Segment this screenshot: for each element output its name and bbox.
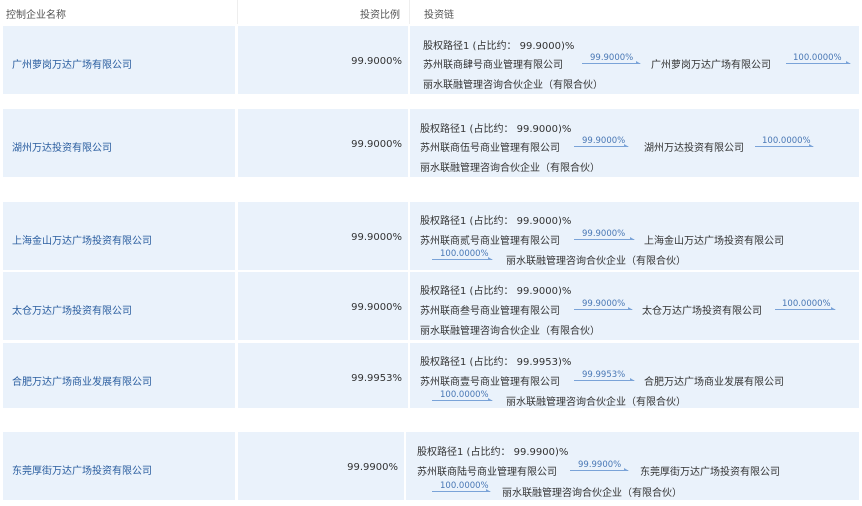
chain-title: 股权路径1 (占比约： 99.9000)% — [420, 286, 572, 297]
chain-cell: 股权路径1 (占比约： 99.9900)% 苏州联商陆号商业管理有限公司 99.… — [406, 432, 859, 500]
chain-node[interactable]: 东莞厚街万达广场投资有限公司 — [640, 463, 780, 478]
chain-cell: 股权路径1 (占比约： 99.9000)% 苏州联商叁号商业管理有限公司 99.… — [410, 272, 859, 340]
company-link[interactable]: 广州萝岗万达广场有限公司 — [12, 56, 132, 71]
chain-arrow-icon — [775, 303, 836, 310]
table-row: 合肥万达广场商业发展有限公司 99.9953% 股权路径1 (占比约： 99.9… — [0, 343, 862, 408]
chain-node[interactable]: 丽水联融管理咨询合伙企业（有限合伙） — [423, 76, 603, 91]
chain-arrow-icon — [755, 140, 814, 147]
table-header: 控制企业名称 投资比例 投资链 — [0, 0, 862, 24]
company-link[interactable]: 太仓万达广场投资有限公司 — [12, 302, 132, 317]
company-cell: 广州萝岗万达广场有限公司 — [3, 26, 235, 94]
chain-node[interactable]: 上海金山万达广场投资有限公司 — [644, 232, 784, 247]
chain-arrow-icon — [432, 394, 493, 401]
chain-cell: 股权路径1 (占比约： 99.9000)% 苏州联商贰号商业管理有限公司 99.… — [410, 202, 859, 270]
table-row: 湖州万达投资有限公司 99.9000% 股权路径1 (占比约： 99.9000)… — [0, 109, 862, 177]
chain-node[interactable]: 丽水联融管理咨询合伙企业（有限合伙） — [506, 252, 686, 267]
chain-title: 股权路径1 (占比约： 99.9900)% — [417, 447, 569, 458]
chain-node[interactable]: 太仓万达广场投资有限公司 — [642, 302, 762, 317]
company-link[interactable]: 合肥万达广场商业发展有限公司 — [12, 373, 152, 388]
company-cell: 上海金山万达广场投资有限公司 — [3, 202, 235, 270]
chain-arrow-icon — [574, 140, 629, 147]
chain-node[interactable]: 丽水联融管理咨询合伙企业（有限合伙） — [420, 322, 600, 337]
chain-arrow-icon — [582, 57, 641, 64]
ratio-value: 99.9000% — [351, 232, 402, 243]
chain-node[interactable]: 苏州联商肆号商业管理有限公司 — [423, 56, 563, 71]
chain-node[interactable]: 丽水联融管理咨询合伙企业（有限合伙） — [502, 484, 682, 499]
company-cell: 合肥万达广场商业发展有限公司 — [3, 343, 235, 408]
chain-title: 股权路径1 (占比约： 99.9000)% — [420, 216, 572, 227]
ratio-cell: 99.9000% — [238, 26, 408, 94]
ratio-value: 99.9000% — [351, 302, 402, 313]
chain-node[interactable]: 苏州联商贰号商业管理有限公司 — [420, 232, 560, 247]
table-row: 广州萝岗万达广场有限公司 99.9000% 股权路径1 (占比约： 99.900… — [0, 26, 862, 94]
company-cell: 太仓万达广场投资有限公司 — [3, 272, 235, 340]
header-company: 控制企业名称 — [6, 10, 66, 21]
chain-node[interactable]: 苏州联商壹号商业管理有限公司 — [420, 373, 560, 388]
chain-arrow-icon — [570, 464, 629, 471]
chain-node[interactable]: 苏州联商叁号商业管理有限公司 — [420, 302, 560, 317]
chain-node[interactable]: 丽水联融管理咨询合伙企业（有限合伙） — [420, 159, 600, 174]
header-divider — [409, 0, 410, 24]
chain-arrow-icon — [574, 303, 633, 310]
header-divider — [237, 0, 238, 24]
chain-arrow-icon — [786, 57, 851, 64]
ratio-cell: 99.9953% — [238, 343, 408, 408]
chain-node[interactable]: 苏州联商伍号商业管理有限公司 — [420, 139, 560, 154]
chain-title: 股权路径1 (占比约： 99.9953)% — [420, 357, 572, 368]
chain-title: 股权路径1 (占比约： 99.9000)% — [423, 41, 575, 52]
company-cell: 湖州万达投资有限公司 — [3, 109, 235, 177]
ratio-cell: 99.9000% — [238, 202, 408, 270]
company-link[interactable]: 湖州万达投资有限公司 — [12, 139, 112, 154]
header-chain: 投资链 — [424, 10, 454, 21]
table-row: 东莞厚街万达广场投资有限公司 99.9900% 股权路径1 (占比约： 99.9… — [0, 432, 862, 500]
company-link[interactable]: 上海金山万达广场投资有限公司 — [12, 232, 152, 247]
ratio-value: 99.9000% — [351, 56, 402, 67]
chain-node[interactable]: 湖州万达投资有限公司 — [644, 139, 744, 154]
ratio-value: 99.9953% — [351, 373, 402, 384]
table-row: 上海金山万达广场投资有限公司 99.9000% 股权路径1 (占比约： 99.9… — [0, 202, 862, 270]
ratio-value: 99.9900% — [347, 462, 398, 473]
chain-node[interactable]: 丽水联融管理咨询合伙企业（有限合伙） — [506, 393, 686, 408]
chain-cell: 股权路径1 (占比约： 99.9953)% 苏州联商壹号商业管理有限公司 99.… — [410, 343, 859, 408]
chain-arrow-icon — [432, 253, 493, 260]
ratio-cell: 99.9000% — [238, 272, 408, 340]
chain-node[interactable]: 合肥万达广场商业发展有限公司 — [644, 373, 784, 388]
header-ratio: 投资比例 — [360, 10, 400, 21]
chain-arrow-icon — [432, 485, 491, 492]
table-row: 太仓万达广场投资有限公司 99.9000% 股权路径1 (占比约： 99.900… — [0, 272, 862, 340]
chain-cell: 股权路径1 (占比约： 99.9000)% 苏州联商伍号商业管理有限公司 99.… — [410, 109, 859, 177]
ratio-value: 99.9000% — [351, 139, 402, 150]
chain-arrow-icon — [574, 233, 635, 240]
chain-title: 股权路径1 (占比约： 99.9000)% — [420, 124, 572, 135]
chain-node[interactable]: 苏州联商陆号商业管理有限公司 — [417, 463, 557, 478]
company-cell: 东莞厚街万达广场投资有限公司 — [3, 432, 235, 500]
chain-node[interactable]: 广州萝岗万达广场有限公司 — [651, 56, 771, 71]
company-link[interactable]: 东莞厚街万达广场投资有限公司 — [12, 462, 152, 477]
chain-arrow-icon — [574, 374, 635, 381]
ratio-cell: 99.9000% — [238, 109, 408, 177]
ratio-cell: 99.9900% — [238, 432, 404, 500]
chain-cell: 股权路径1 (占比约： 99.9000)% 苏州联商肆号商业管理有限公司 99.… — [410, 26, 859, 94]
